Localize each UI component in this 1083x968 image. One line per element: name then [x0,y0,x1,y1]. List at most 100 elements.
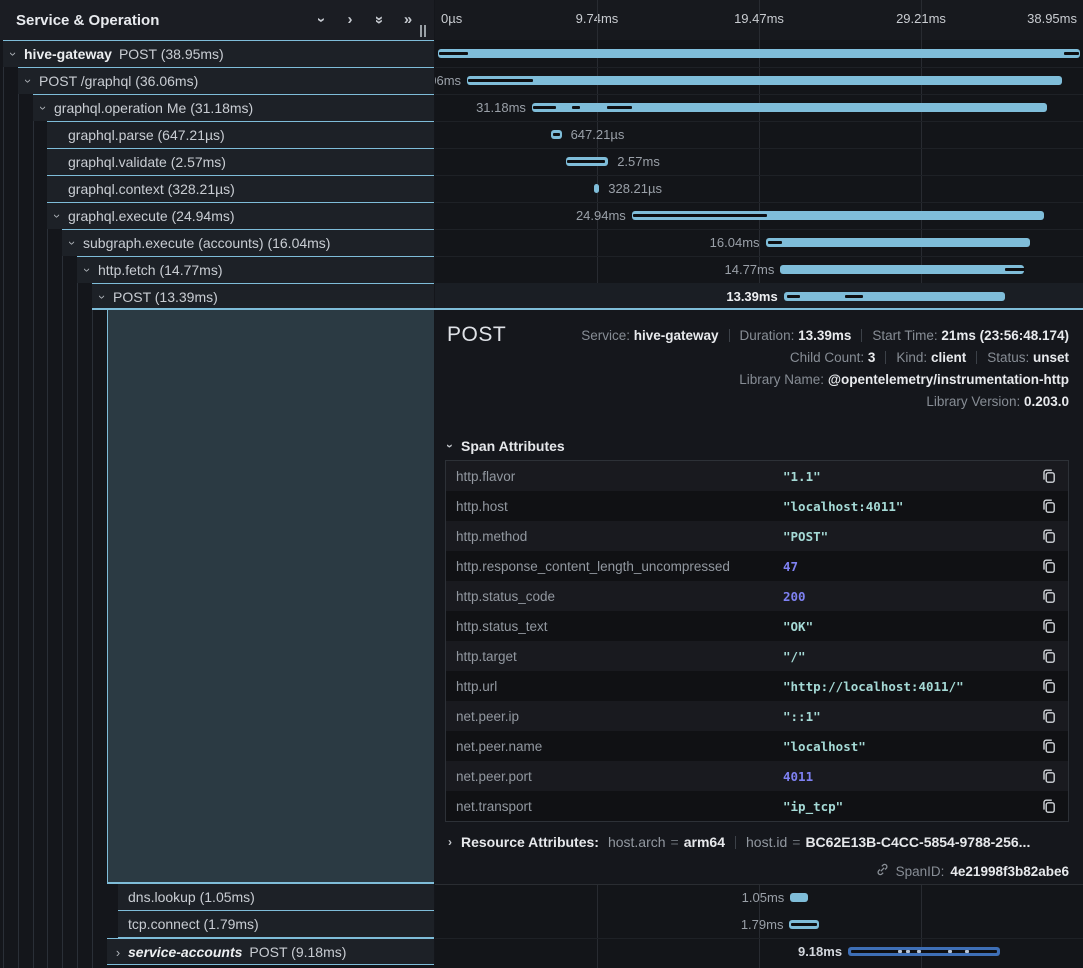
attribute-row-http.host: http.host"localhost:4011" [446,491,1068,521]
copy-icon[interactable] [1041,528,1057,544]
attribute-row-net.peer.ip: net.peer.ip"::1" [446,701,1068,731]
expand-all-icon[interactable]: » [400,12,416,28]
span-id-label: SpanID: [896,864,945,879]
attribute-value: 47 [783,559,798,574]
span-row-label: graphql.execute (24.94ms) [68,208,235,224]
span-bar[interactable] [784,292,1005,301]
span-bar[interactable] [790,893,807,902]
span-duration-label: 16.04ms [710,235,760,250]
attribute-key: http.status_text [456,619,548,634]
service-operation-title: Service & Operation [16,12,159,29]
tick-label: 0µs [441,11,462,26]
copy-icon[interactable] [1041,588,1057,604]
collapse-all-icon[interactable]: » [371,12,387,28]
span-bar[interactable] [438,49,1080,58]
left-panel-header: Service & Operation › › » » [0,0,434,40]
copy-icon[interactable] [1041,648,1057,664]
chevron-down-icon[interactable]: › [92,291,116,303]
attribute-key: net.peer.port [456,769,532,784]
span-duration-label: 328.21µs [608,181,662,196]
span-row-graphql.validate[interactable]: graphql.validate (2.57ms) [47,148,434,175]
attribute-value: "http://localhost:4011/" [783,679,964,694]
attribute-key: net.peer.ip [456,709,519,724]
attribute-key: http.host [456,499,508,514]
attribute-value: "localhost" [783,739,866,754]
chevron-down-icon[interactable]: › [33,102,57,114]
span-row-label: http.fetch (14.77ms) [98,262,223,278]
span-id-value: 4e21998f3b82abe6 [950,864,1069,879]
chevron-right-icon: › [448,835,452,849]
resource-attributes-row[interactable]: › Resource Attributes: host.arch=arm64ho… [448,834,1030,850]
copy-icon[interactable] [1041,618,1057,634]
copy-icon[interactable] [1041,738,1057,754]
span-row-service-accounts-POST[interactable]: ›service-accountsPOST (9.18ms) [107,938,434,965]
span-row-label: hive-gatewayPOST (38.95ms) [24,46,224,62]
resource-attributes-preview: host.arch=arm64host.id=BC62E13B-C4CC-585… [608,834,1030,850]
collapse-one-icon[interactable]: › [313,12,329,28]
span-duration-label: 2.57ms [617,154,660,169]
span-row-label: POST (13.39ms) [113,289,218,305]
span-attributes-toggle[interactable]: › Span Attributes [448,438,565,454]
panel-resize-handle[interactable] [420,25,430,37]
span-row-subgraph.execute[interactable]: ›subgraph.execute (accounts) (16.04ms) [62,229,434,256]
span-row-hive-gateway-POST[interactable]: ›hive-gatewayPOST (38.95ms) [3,40,434,67]
span-bar[interactable] [780,265,1024,274]
span-detail-panel: POST Service: hive-gatewayDuration: 13.3… [435,310,1083,884]
span-duration-label: 647.21µs [571,127,625,142]
span-row-graphql.parse[interactable]: graphql.parse (647.21µs) [47,121,434,148]
copy-icon[interactable] [1041,768,1057,784]
trace-viewer: Service & Operation ››»» ›hive-gatewayPO… [0,0,1083,968]
attribute-key: http.flavor [456,469,515,484]
span-duration-label: 31.18ms [476,100,526,115]
chevron-down-icon[interactable]: › [3,48,27,60]
span-row-http.fetch[interactable]: ›http.fetch (14.77ms) [77,256,434,283]
expand-one-icon[interactable]: › [342,12,358,28]
attribute-row-http.response_content_length_uncompressed: http.response_content_length_uncompresse… [446,551,1068,581]
attribute-key: http.response_content_length_uncompresse… [456,559,730,574]
attribute-key: net.transport [456,799,532,814]
chevron-down-icon[interactable]: › [18,75,42,87]
span-duration-label: 14.77ms [725,262,775,277]
detail-bottom-edge [435,884,1083,885]
attribute-row-http.url: http.url"http://localhost:4011/" [446,671,1068,701]
span-row-tcp.connect[interactable]: tcp.connect (1.79ms) [118,911,434,938]
span-title: POST [447,323,506,347]
copy-icon[interactable] [1041,678,1057,694]
span-row-graphql.operation[interactable]: ›graphql.operation Me (31.18ms) [33,94,434,121]
chevron-right-icon[interactable]: › [112,939,124,965]
resource-attributes-title: Resource Attributes: [461,834,599,850]
span-bar[interactable] [766,238,1031,247]
copy-icon[interactable] [1041,798,1057,814]
selected-span-separator [92,308,1083,310]
chevron-down-icon[interactable]: › [62,237,86,249]
copy-icon[interactable] [1041,708,1057,724]
attribute-row-http.method: http.method"POST" [446,521,1068,551]
attribute-key: net.peer.name [456,739,542,754]
attribute-row-http.status_text: http.status_text "OK" [446,611,1068,641]
span-row-graphql.context[interactable]: graphql.context (328.21µs) [47,175,434,202]
span-row-POST[interactable]: ›POST /graphql (36.06ms) [18,67,434,94]
span-attributes-title: Span Attributes [461,438,565,454]
span-duration-label: 9.18ms [798,944,842,959]
attribute-value: "1.1" [783,469,821,484]
chevron-down-icon[interactable]: › [47,210,71,222]
span-duration-label: 1.79ms [741,917,784,932]
copy-icon[interactable] [1041,558,1057,574]
span-bar[interactable] [467,76,1062,85]
attribute-key: http.method [456,529,527,544]
attribute-value: "/" [783,649,806,664]
copy-icon[interactable] [1041,498,1057,514]
span-bar[interactable] [594,184,599,193]
span-row-dns.lookup[interactable]: dns.lookup (1.05ms) [118,884,434,911]
chevron-down-icon[interactable]: › [77,264,101,276]
span-row-graphql.execute[interactable]: ›graphql.execute (24.94ms) [47,202,434,229]
span-row-label: dns.lookup (1.05ms) [128,889,255,905]
span-duration-label: 13.39ms [726,289,777,304]
link-icon[interactable] [875,862,890,880]
copy-icon[interactable] [1041,468,1057,484]
span-row-label: POST /graphql (36.06ms) [39,73,198,89]
span-row-label: graphql.validate (2.57ms) [68,154,226,170]
span-row-POST[interactable]: ›POST (13.39ms) [92,283,434,310]
attribute-value: 200 [783,589,806,604]
attribute-value: "OK" [783,619,813,634]
